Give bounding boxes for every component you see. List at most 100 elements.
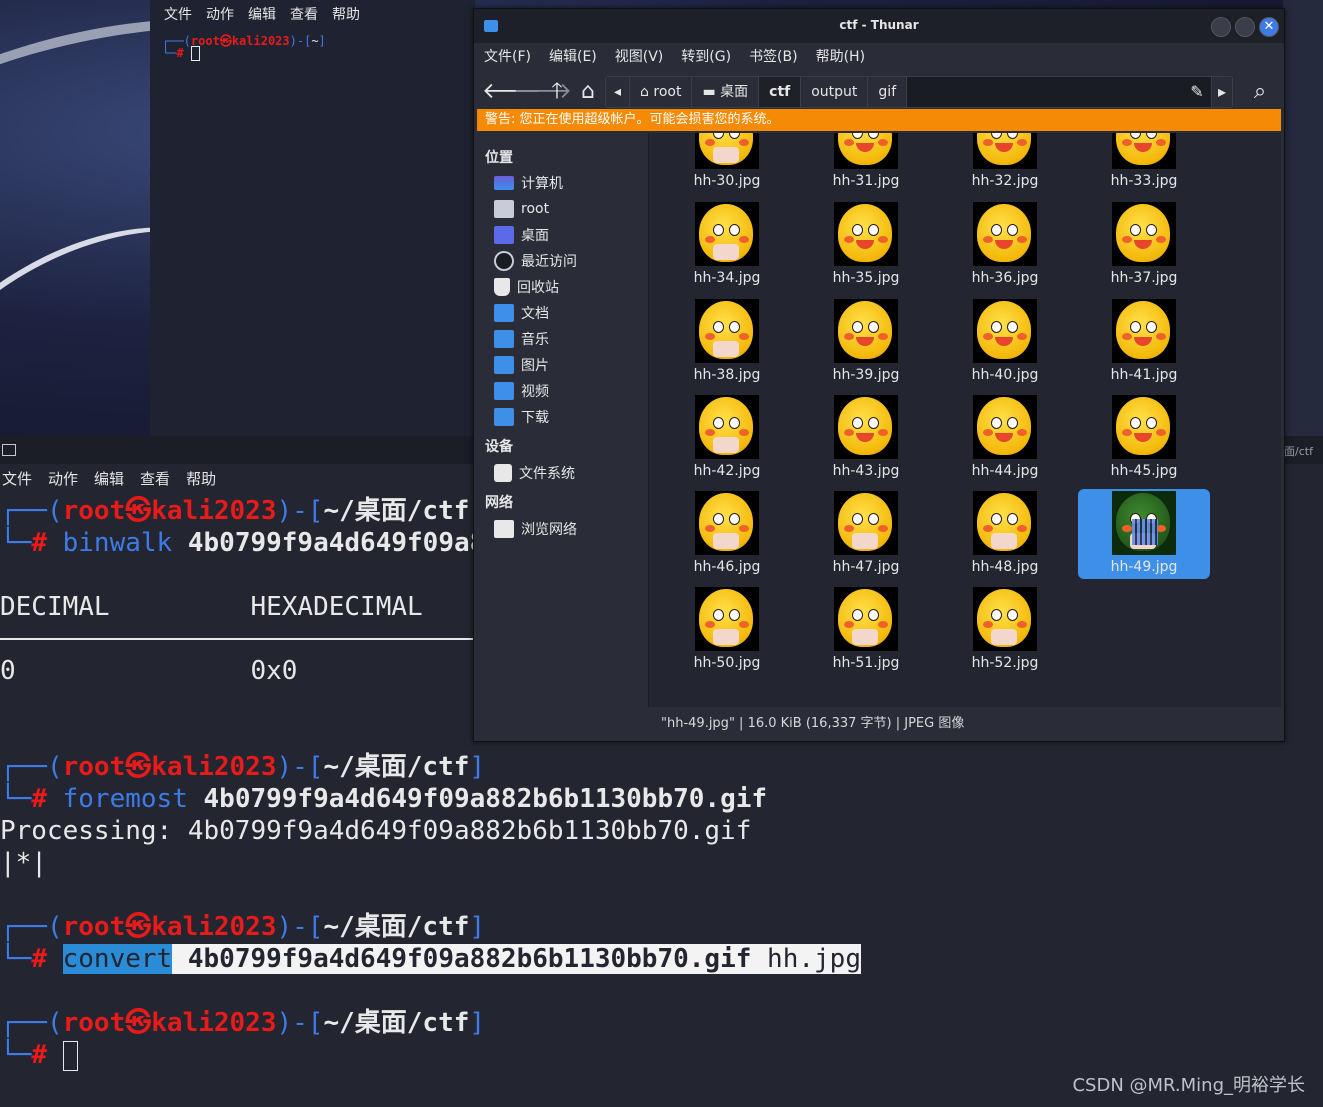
path-button-ctf[interactable]: ctf [759, 77, 802, 107]
path-button-output[interactable]: output [801, 77, 869, 107]
videos-folder-icon [494, 382, 514, 400]
sidebar-item-music[interactable]: 音乐 [494, 328, 549, 350]
file-item[interactable]: hh-52.jpg [939, 585, 1071, 675]
file-item[interactable]: hh-51.jpg [800, 585, 932, 675]
command-line: └─# foremost 4b0799f9a4d649f09a882b6b113… [0, 784, 768, 814]
file-item[interactable]: hh-34.jpg [661, 200, 793, 290]
file-name: hh-30.jpg [693, 173, 761, 189]
file-item[interactable]: hh-35.jpg [800, 200, 932, 290]
image-thumbnail [834, 133, 898, 169]
sidebar-item-downloads[interactable]: 下载 [494, 406, 549, 428]
sidebar-item-root[interactable]: root [494, 198, 549, 220]
sidebar-item-videos[interactable]: 视频 [494, 380, 549, 402]
path-scroll-left-icon[interactable]: ◂ [606, 77, 631, 107]
menu-view[interactable]: 查看 [290, 4, 318, 24]
image-thumbnail [695, 395, 759, 459]
sidebar-item-trash[interactable]: 回收站 [494, 276, 559, 298]
image-thumbnail [1112, 202, 1176, 266]
prompt-input-line[interactable]: └─# [0, 1039, 78, 1071]
file-item[interactable]: hh-38.jpg [661, 297, 793, 387]
edit-location-icon[interactable]: ✎ [1183, 77, 1211, 107]
menu-bookmarks[interactable]: 书签(B) [749, 46, 798, 66]
file-item[interactable]: hh-30.jpg [661, 133, 793, 193]
image-thumbnail [695, 299, 759, 363]
sidebar-item-documents[interactable]: 文档 [494, 302, 549, 324]
window-titlebar[interactable]: ctf - Thunar ✕ [474, 9, 1284, 43]
sidebar-item-pictures[interactable]: 图片 [494, 354, 549, 376]
thunar-window[interactable]: ctf - Thunar ✕ 文件(F) 编辑(E) 视图(V) 转到(G) 书… [473, 8, 1285, 742]
file-name: hh-43.jpg [832, 463, 900, 479]
file-name: hh-45.jpg [1110, 463, 1178, 479]
menu-edit[interactable]: 编辑(E) [549, 46, 597, 66]
path-button-gif[interactable]: gif [868, 77, 908, 107]
file-item[interactable]: hh-43.jpg [800, 393, 932, 483]
file-item[interactable]: hh-50.jpg [661, 585, 793, 675]
file-name: hh-31.jpg [832, 173, 900, 189]
file-item[interactable]: hh-42.jpg [661, 393, 793, 483]
background-window-edge [1283, 0, 1323, 440]
file-icon-view[interactable]: hh-30.jpg hh-31.jpg hh-32.jpg hh-33.jpg hh-3… [649, 133, 1281, 707]
menu-file[interactable]: 文件 [164, 4, 192, 24]
file-item[interactable]: hh-45.jpg [1078, 393, 1210, 483]
file-item[interactable]: hh-46.jpg [661, 489, 793, 579]
file-name: hh-34.jpg [693, 270, 761, 286]
menu-view[interactable]: 视图(V) [615, 46, 664, 66]
image-thumbnail [973, 587, 1037, 651]
sidebar-item-desktop[interactable]: 桌面 [494, 224, 549, 246]
file-item[interactable]: hh-44.jpg [939, 393, 1071, 483]
location-bar[interactable]: ◂ ⌂ root ▬ 桌面 ctf output gif ✎ ▸ [605, 76, 1233, 108]
sidebar-item-filesystem[interactable]: 文件系统 [494, 462, 575, 484]
file-item[interactable]: hh-33.jpg [1078, 133, 1210, 193]
path-button-root[interactable]: ⌂ root [630, 77, 693, 107]
image-thumbnail [695, 587, 759, 651]
file-item[interactable]: hh-31.jpg [800, 133, 932, 193]
maximize-button[interactable] [1235, 17, 1255, 37]
menu-action[interactable]: 动作 [206, 4, 234, 24]
top-terminal-window[interactable]: 文件 动作 编辑 查看 帮助 ┌──(root㉿kali2023)-[~] └─… [150, 0, 475, 436]
file-item[interactable]: hh-48.jpg [939, 489, 1071, 579]
menu-edit[interactable]: 编辑 [248, 4, 276, 24]
file-item[interactable]: hh-49.jpg [1078, 489, 1210, 579]
sidebar-item-computer[interactable]: 计算机 [494, 172, 563, 194]
menu-file[interactable]: 文件 [2, 468, 32, 489]
prompt-input-line[interactable]: └─# [162, 46, 200, 61]
prompt-line: ┌──(root㉿kali2023)-[~/桌面/ctf] [0, 496, 485, 526]
image-thumbnail [973, 133, 1037, 169]
menu-help[interactable]: 帮助 [186, 468, 216, 489]
menu-view[interactable]: 查看 [140, 468, 170, 489]
file-item[interactable]: hh-40.jpg [939, 297, 1071, 387]
file-item[interactable]: hh-32.jpg [939, 133, 1071, 193]
home-icon[interactable]: ⌂ [575, 79, 601, 105]
menu-help[interactable]: 帮助 [332, 4, 360, 24]
forward-arrow-icon[interactable]: 🡒 [513, 79, 572, 105]
menu-help[interactable]: 帮助(H) [816, 46, 865, 66]
image-thumbnail [834, 395, 898, 459]
menu-go[interactable]: 转到(G) [681, 46, 731, 66]
image-thumbnail [834, 587, 898, 651]
back-arrow-icon[interactable]: 🡐 [482, 79, 541, 105]
file-name: hh-49.jpg [1110, 559, 1178, 575]
file-name: hh-48.jpg [971, 559, 1039, 575]
menu-file[interactable]: 文件(F) [484, 46, 531, 66]
path-scroll-right-icon[interactable]: ▸ [1211, 77, 1232, 107]
file-item[interactable]: hh-36.jpg [939, 200, 1071, 290]
close-button[interactable]: ✕ [1259, 17, 1279, 37]
devices-header: 设备 [485, 439, 513, 455]
search-icon[interactable]: ⌕ [1247, 79, 1273, 105]
image-thumbnail [1112, 133, 1176, 169]
file-item[interactable]: hh-37.jpg [1078, 200, 1210, 290]
menu-edit[interactable]: 编辑 [94, 468, 124, 489]
sidebar-item-recent[interactable]: 最近访问 [494, 250, 577, 272]
menu-action[interactable]: 动作 [48, 468, 78, 489]
file-item[interactable]: hh-47.jpg [800, 489, 932, 579]
file-name: hh-39.jpg [832, 367, 900, 383]
up-arrow-icon[interactable]: 🡑 [544, 79, 570, 105]
file-item[interactable]: hh-39.jpg [800, 297, 932, 387]
top-terminal-menubar: 文件 动作 编辑 查看 帮助 [150, 0, 475, 28]
minimize-button[interactable] [1211, 17, 1231, 37]
terminal-title: 面/ctf [1284, 445, 1313, 458]
command-line[interactable]: └─# convert 4b0799f9a4d649f09a882b6b1130… [0, 943, 861, 975]
path-button-desktop[interactable]: ▬ 桌面 [692, 77, 760, 107]
sidebar-item-browse-network[interactable]: 浏览网络 [494, 518, 577, 540]
file-item[interactable]: hh-41.jpg [1078, 297, 1210, 387]
